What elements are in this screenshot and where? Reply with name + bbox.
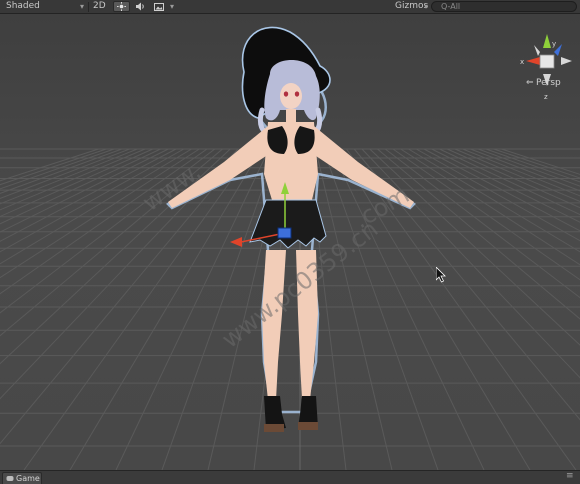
svg-text:z: z bbox=[544, 93, 548, 101]
svg-text:www.: www. bbox=[137, 157, 206, 217]
watermark-logo: www. www.pc0359.cn .com bbox=[137, 157, 414, 354]
svg-text:y: y bbox=[552, 40, 556, 48]
scene-search-field[interactable]: Q-All bbox=[431, 1, 577, 12]
scene-audio-toggle[interactable] bbox=[134, 1, 148, 12]
scene-orientation-gizmo[interactable]: x y z bbox=[514, 28, 578, 108]
speaker-icon bbox=[136, 2, 144, 11]
mouse-cursor-icon bbox=[436, 267, 446, 283]
toggle-2d-button[interactable]: 2D bbox=[93, 1, 106, 12]
scene-toolbar: Shaded ▾ 2D ▾ Gizmos ▾ Q-All bbox=[0, 0, 580, 14]
game-tab[interactable]: Game bbox=[2, 472, 42, 484]
bottom-tab-bar: Game ≡ bbox=[0, 470, 580, 484]
persp-arrow-icon[interactable]: ⇐ bbox=[526, 78, 534, 89]
tab-menu-icon[interactable]: ≡ bbox=[566, 470, 574, 482]
sun-icon bbox=[117, 2, 126, 11]
game-tab-label: Game bbox=[16, 474, 40, 483]
scene-viewport[interactable]: www. www.pc0359.cn .com x y z ⇐ Persp bbox=[0, 14, 580, 470]
image-icon bbox=[154, 2, 164, 11]
scene-effects-toggle[interactable] bbox=[152, 1, 166, 12]
gamepad-icon bbox=[6, 476, 14, 481]
svg-text:www.pc0359.cn: www.pc0359.cn bbox=[216, 215, 383, 354]
draw-mode-dropdown[interactable]: Shaded bbox=[6, 1, 40, 12]
effects-chevron-icon[interactable]: ▾ bbox=[170, 1, 174, 12]
svg-text:x: x bbox=[520, 58, 524, 66]
scene-lighting-toggle[interactable] bbox=[113, 1, 130, 12]
projection-toggle[interactable]: Persp bbox=[536, 78, 561, 89]
draw-mode-chevron-icon[interactable]: ▾ bbox=[80, 1, 84, 12]
axis-gizmo-icon[interactable]: x y z bbox=[514, 28, 578, 108]
search-placeholder: Q-All bbox=[441, 2, 461, 11]
toolbar-divider bbox=[88, 2, 89, 12]
svg-text:.com: .com bbox=[349, 181, 414, 235]
gizmos-chevron-icon[interactable]: ▾ bbox=[424, 1, 428, 12]
